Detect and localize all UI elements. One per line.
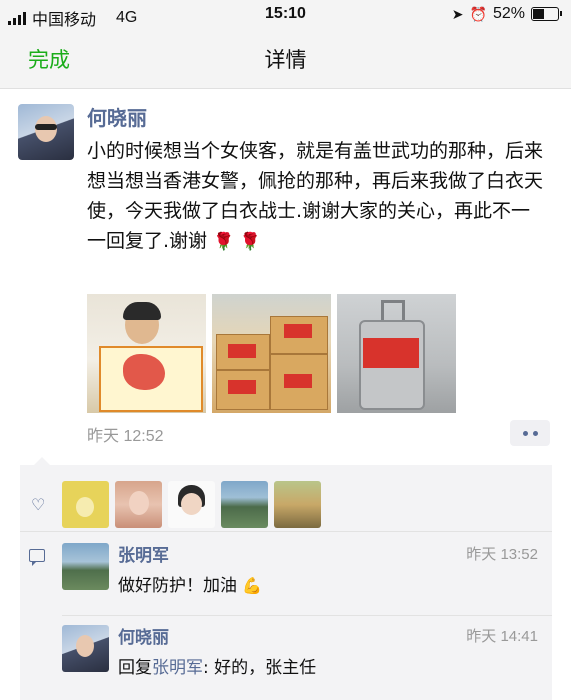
commenter-name[interactable]: 张明军 xyxy=(118,541,169,566)
battery-fill xyxy=(533,9,545,19)
flexed-biceps-icon: 💪 xyxy=(242,576,263,595)
nav-bar: 完成 详情 xyxy=(0,30,571,89)
liker-avatar[interactable] xyxy=(274,481,321,528)
liker-avatar[interactable] xyxy=(168,481,215,528)
commenter-avatar[interactable] xyxy=(62,625,109,672)
liker-avatars xyxy=(62,481,321,528)
comment-text: 做好防护！加油 💪 xyxy=(118,571,262,596)
photo-boxes[interactable] xyxy=(212,294,331,413)
commenter-name[interactable]: 何晓丽 xyxy=(118,623,169,648)
comment-time: 昨天 13:52 xyxy=(466,546,538,563)
author-avatar[interactable] xyxy=(18,104,74,160)
reply-mention[interactable]: 张明军 xyxy=(152,658,203,678)
heart-icon: ♡ xyxy=(31,495,46,514)
likes-row: ♡ xyxy=(20,475,552,532)
comment-divider xyxy=(62,615,552,616)
liker-avatar[interactable] xyxy=(221,481,268,528)
more-actions-button[interactable] xyxy=(510,420,550,446)
post-text: 小的时候想当个女侠客，就是有盖世武功的那种，后来想当想当香港女警，佩抢的那种，再… xyxy=(87,136,547,257)
author-name[interactable]: 何晓丽 xyxy=(87,102,147,131)
liker-avatar[interactable] xyxy=(62,481,109,528)
status-bar: 中国移动 4G 15:10 ➤ ⏰ 52% xyxy=(0,0,571,30)
commenter-avatar[interactable] xyxy=(62,543,109,590)
battery-percent: 52% xyxy=(492,5,525,22)
liker-avatar[interactable] xyxy=(115,481,162,528)
battery-icon xyxy=(531,7,562,21)
more-dot-icon xyxy=(532,430,538,436)
comment-text: 回复张明军: 好的，张主任 xyxy=(118,653,316,678)
status-right: ➤ ⏰ 52% xyxy=(451,5,562,23)
reply-prefix: 回复 xyxy=(118,658,152,678)
photo-suitcase[interactable] xyxy=(337,294,456,413)
photo-grid xyxy=(87,294,456,413)
more-dot-icon xyxy=(522,430,528,436)
photo-child-drawing[interactable] xyxy=(87,294,206,413)
comment-time: 昨天 14:41 xyxy=(466,628,538,645)
location-icon: ➤ xyxy=(451,5,464,22)
page-title: 详情 xyxy=(264,48,307,72)
rose-emoji: 🌹 🌹 xyxy=(213,232,261,252)
post-timestamp: 昨天 12:52 xyxy=(87,428,164,445)
interactions-panel: ♡ 张明军 昨天 13:52 做好防护！加油 💪 何晓丽 昨天 14:41 回复… xyxy=(20,457,552,700)
alarm-icon: ⏰ xyxy=(469,5,487,22)
comment-body: : 好的，张主任 xyxy=(203,658,317,678)
comment-body: 做好防护！加油 xyxy=(118,576,237,596)
comment-item[interactable]: 张明军 昨天 13:52 做好防护！加油 💪 xyxy=(20,543,552,613)
comment-icon xyxy=(29,549,45,566)
comment-item[interactable]: 何晓丽 昨天 14:41 回复张明军: 好的，张主任 xyxy=(20,625,552,700)
post-body: 小的时候想当个女侠客，就是有盖世武功的那种，后来想当想当香港女警，佩抢的那种，再… xyxy=(87,140,544,252)
